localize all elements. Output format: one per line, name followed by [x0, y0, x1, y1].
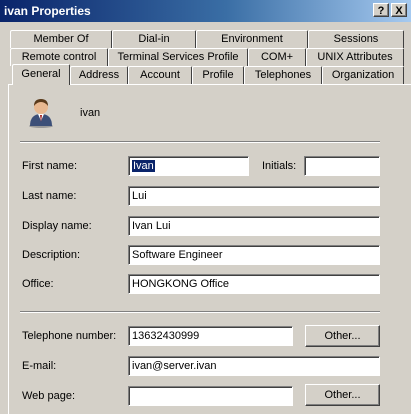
- user-display-name: ivan: [80, 107, 101, 119]
- last-name-label: Last name:: [22, 190, 77, 202]
- email-field[interactable]: ivan@server.ivan: [128, 356, 380, 376]
- tab-member-of[interactable]: Member Of: [10, 30, 112, 48]
- first-name-value: Ivan: [132, 160, 155, 172]
- separator: [20, 141, 380, 143]
- tab-sessions[interactable]: Sessions: [308, 30, 404, 48]
- description-field[interactable]: Software Engineer: [128, 245, 380, 265]
- display-name-label: Display name:: [22, 220, 92, 232]
- tab-address[interactable]: Address: [70, 66, 128, 84]
- display-name-field[interactable]: Ivan Lui: [128, 216, 380, 236]
- tab-general[interactable]: General: [12, 64, 70, 85]
- first-name-label: First name:: [22, 160, 78, 172]
- initials-label: Initials:: [262, 160, 297, 172]
- webpage-label: Web page:: [22, 390, 76, 402]
- tab-com-plus[interactable]: COM+: [248, 48, 306, 66]
- help-button[interactable]: ?: [373, 3, 389, 17]
- user-icon: [29, 99, 53, 128]
- tab-telephones[interactable]: Telephones: [244, 66, 322, 84]
- telephone-other-button[interactable]: Other...: [305, 325, 380, 347]
- tab-organization[interactable]: Organization: [322, 66, 404, 84]
- email-label: E-mail:: [22, 360, 57, 372]
- last-name-field[interactable]: Lui: [128, 186, 380, 206]
- tab-unix-attributes[interactable]: UNIX Attributes: [306, 48, 404, 66]
- window-title: ivan Properties: [4, 4, 91, 18]
- office-label: Office:: [22, 278, 54, 290]
- tab-terminal-services-profile[interactable]: Terminal Services Profile: [108, 48, 248, 66]
- telephone-field[interactable]: 13632430999: [128, 326, 293, 346]
- telephone-label: Telephone number:: [22, 330, 117, 342]
- first-name-field[interactable]: Ivan: [128, 156, 249, 176]
- initials-field[interactable]: [304, 156, 380, 176]
- title-bar: ivan Properties ? X: [0, 0, 411, 22]
- tab-dial-in[interactable]: Dial-in: [112, 30, 196, 48]
- office-field[interactable]: HONGKONG Office: [128, 274, 380, 294]
- description-label: Description:: [22, 249, 81, 261]
- webpage-other-button[interactable]: Other...: [305, 384, 380, 406]
- separator: [20, 311, 380, 313]
- tab-profile[interactable]: Profile: [192, 66, 244, 84]
- tab-environment[interactable]: Environment: [196, 30, 308, 48]
- webpage-field[interactable]: [128, 386, 293, 406]
- close-button[interactable]: X: [391, 3, 407, 17]
- tab-account[interactable]: Account: [128, 66, 192, 84]
